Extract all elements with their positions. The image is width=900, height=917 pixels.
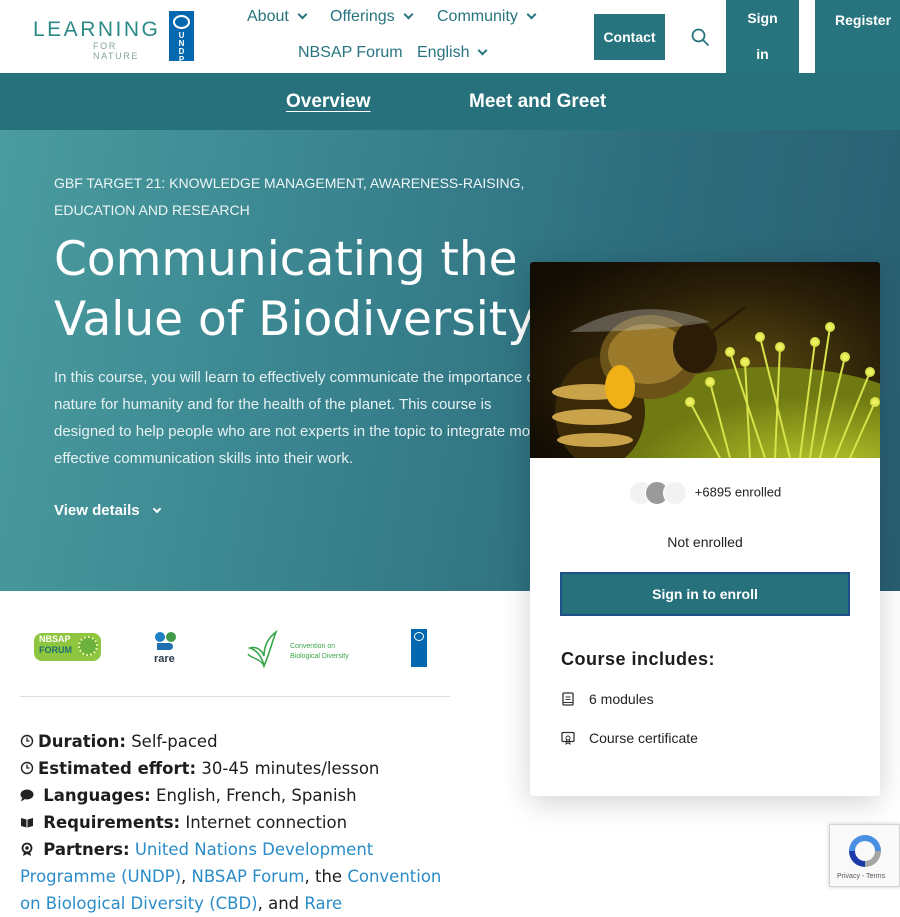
certificate-icon — [561, 732, 575, 746]
includes-certificate: Course certificate — [561, 730, 698, 746]
learning-for-nature-logo[interactable]: LEARNING FOR NATURE — [33, 16, 158, 61]
nav-community-label: Community — [437, 8, 518, 25]
rare-logo-dot — [166, 632, 176, 642]
sign-in-label: Sign — [747, 10, 778, 26]
un-globe-icon — [173, 15, 190, 29]
view-details-toggle[interactable]: View details — [54, 502, 161, 519]
view-details-label: View details — [54, 502, 140, 519]
nav-offerings[interactable]: Offerings — [330, 8, 414, 26]
chevron-down-icon — [526, 9, 537, 20]
contact-button[interactable]: Contact — [594, 14, 665, 60]
enrollment-count: +6895 enrolled — [530, 481, 880, 505]
tab-meet-and-greet[interactable]: Meet and Greet — [469, 91, 606, 113]
course-tabs: Overview Meet and Greet — [0, 73, 900, 130]
effort-value: 30-45 minutes/lesson — [201, 759, 380, 778]
nbsap-logo-text-2: FORUM — [39, 645, 72, 655]
languages-row: Languages: English, French, Spanish — [20, 782, 450, 809]
course-title: Communicating the Value of Biodiversity — [54, 232, 536, 347]
cbd-logo[interactable]: Convention on Biological Diversity — [246, 628, 356, 668]
recaptcha-terms[interactable]: Privacy - Terms — [837, 873, 885, 880]
course-description: In this course, you will learn to effect… — [54, 369, 544, 467]
rare-logo-text: rare — [154, 653, 175, 665]
partners-separator: , the — [304, 867, 343, 886]
chevron-down-icon — [152, 504, 161, 514]
award-icon — [21, 842, 33, 856]
undp-partner-logo[interactable] — [411, 629, 427, 667]
requirements-label: Requirements: — [43, 813, 181, 832]
partners-separator: , — [181, 867, 187, 886]
rare-logo[interactable]: rare — [153, 632, 179, 666]
clock-icon — [20, 734, 34, 747]
rare-logo-fish — [157, 643, 173, 650]
logo-text: LEARNING — [33, 18, 161, 41]
nav-nbsap-forum[interactable]: NBSAP Forum — [298, 44, 403, 62]
cbd-logo-text: Convention on — [290, 643, 336, 650]
course-details: Duration: Self-paced Estimated effort: 3… — [20, 728, 450, 917]
un-globe-icon — [414, 632, 424, 641]
rare-logo-dot — [155, 632, 165, 642]
modules-label: 6 modules — [589, 691, 654, 707]
nav-community[interactable]: Community — [437, 8, 537, 26]
partners-label: Partners: — [43, 840, 130, 859]
languages-label: Languages: — [43, 786, 151, 805]
nav-offerings-label: Offerings — [330, 8, 395, 25]
chevron-down-icon — [478, 45, 488, 56]
duration-value: Self-paced — [131, 732, 218, 751]
duration-row: Duration: Self-paced — [20, 728, 450, 755]
partners-row: Partners: United Nations Development Pro… — [20, 836, 450, 917]
nbsap-forum-logo[interactable]: NBSAP FORUM — [34, 633, 101, 661]
undp-logo[interactable]: U N D P — [169, 11, 194, 64]
enrolled-count-text: +6895 enrolled — [694, 484, 782, 500]
duration-label: Duration: — [38, 732, 126, 751]
register-button[interactable]: Register — [815, 0, 900, 73]
sign-in-label-2: in — [756, 46, 769, 62]
search-icon[interactable] — [690, 27, 710, 47]
logo-subtext: FOR NATURE — [93, 41, 139, 61]
nbsap-logo-text: NBSAP — [39, 634, 71, 644]
enrollment-status: Not enrolled — [667, 534, 743, 550]
enroll-card: +6895 enrolled Not enrolled Sign in to e… — [530, 262, 880, 796]
requirements-value: Internet connection — [185, 813, 348, 832]
course-includes-title: Course includes: — [561, 649, 716, 669]
sign-in-button[interactable]: Sign in — [726, 0, 799, 73]
course-image-bee — [530, 262, 880, 458]
requirements-row: Requirements: Internet connection — [20, 809, 450, 836]
gbf-target-label: GBF TARGET 21: KNOWLEDGE MANAGEMENT, AWA… — [54, 175, 525, 218]
language-selector[interactable]: English — [417, 44, 488, 62]
chevron-down-icon — [297, 9, 308, 20]
partner-link-nbsap[interactable]: NBSAP Forum — [192, 867, 305, 886]
includes-modules: 6 modules — [561, 691, 654, 707]
leaf-icon — [247, 629, 278, 668]
effort-row: Estimated effort: 30-45 minutes/lesson — [20, 755, 450, 782]
nav-about[interactable]: About — [247, 8, 308, 26]
avatar — [662, 481, 687, 505]
partner-link-rare[interactable]: Rare — [304, 894, 342, 913]
partners-separator: , and — [257, 894, 300, 913]
clock-icon — [20, 761, 34, 774]
section-divider — [20, 696, 450, 697]
speech-bubble-icon — [20, 789, 34, 801]
nbsap-logo-mark — [78, 636, 98, 656]
recaptcha-badge[interactable]: Privacy - Terms — [829, 824, 900, 887]
effort-label: Estimated effort: — [38, 759, 197, 778]
site-header: LEARNING FOR NATURE U N D P About Offeri… — [0, 0, 900, 73]
language-label: English — [417, 44, 470, 61]
nav-nbsap-label: NBSAP Forum — [298, 44, 403, 61]
nav-about-label: About — [247, 8, 289, 25]
book-icon — [562, 692, 574, 706]
book-open-icon — [21, 817, 33, 827]
recaptcha-icon — [849, 835, 881, 867]
tab-overview[interactable]: Overview — [286, 91, 371, 113]
certificate-label: Course certificate — [589, 730, 698, 746]
cbd-logo-text-2: Biological Diversity — [290, 653, 349, 660]
languages-value: English, French, Spanish — [156, 786, 357, 805]
sign-in-to-enroll-button[interactable]: Sign in to enroll — [560, 572, 850, 616]
undp-letter: P — [178, 55, 185, 64]
chevron-down-icon — [403, 9, 414, 20]
enrolled-avatars — [628, 481, 689, 505]
register-label: Register — [835, 12, 892, 28]
